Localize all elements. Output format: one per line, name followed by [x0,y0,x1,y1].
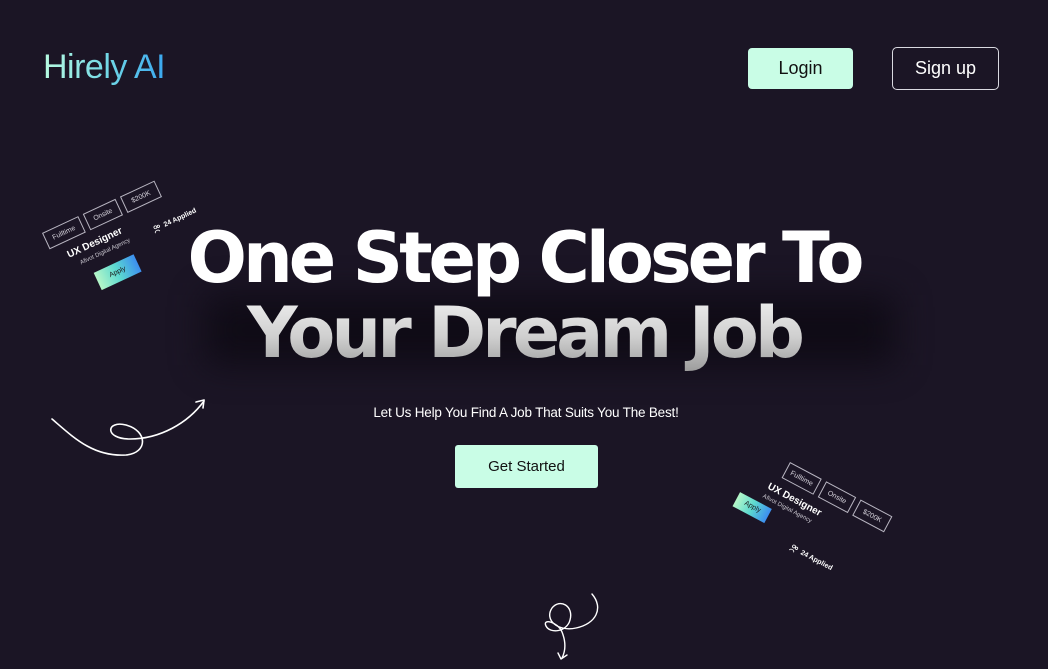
job-tag: $200K [852,499,893,533]
brand-logo[interactable]: Hirely AI [43,46,166,88]
landing-page: Hirely AI Login Sign up Fulltime Onsite … [0,0,1048,669]
hero-headline-line2: Your Dream Job [0,293,1048,373]
people-icon [788,544,799,553]
login-button[interactable]: Login [748,48,853,89]
signup-button[interactable]: Sign up [892,47,999,90]
loop-arrow-icon [544,593,599,660]
hero-subtext: Let Us Help You Find A Job That Suits Yo… [373,405,679,420]
applied-text: 24 Applied [799,549,834,573]
job-card: Fulltime Onsite $200K UX Designer Afivot… [732,462,914,616]
hero-headline-line1: One Step Closer To [187,217,864,299]
job-tag: $200K [119,180,162,213]
applied-count: 24 Applied [788,543,834,573]
get-started-button[interactable]: Get Started [455,445,598,488]
